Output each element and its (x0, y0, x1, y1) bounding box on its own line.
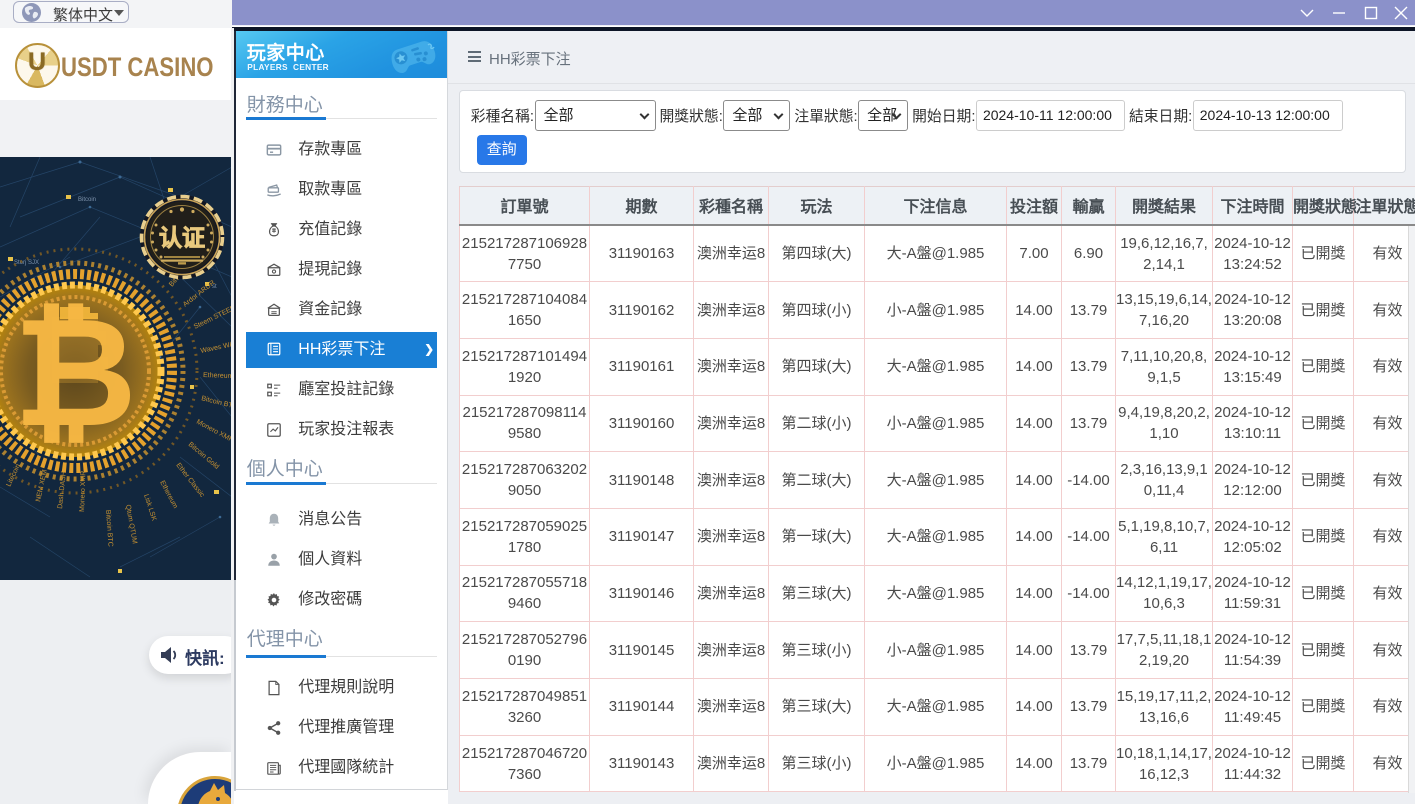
svg-text:认证: 认证 (159, 225, 205, 251)
svg-text:Storj SJX: Storj SJX (14, 260, 39, 266)
svg-text:Ethereum: Ethereum (203, 372, 232, 380)
svg-text:Monero XMR: Monero XMR (79, 471, 87, 512)
svg-text:₿: ₿ (13, 288, 137, 458)
svg-text:Bitcoin: Bitcoin (78, 197, 96, 203)
